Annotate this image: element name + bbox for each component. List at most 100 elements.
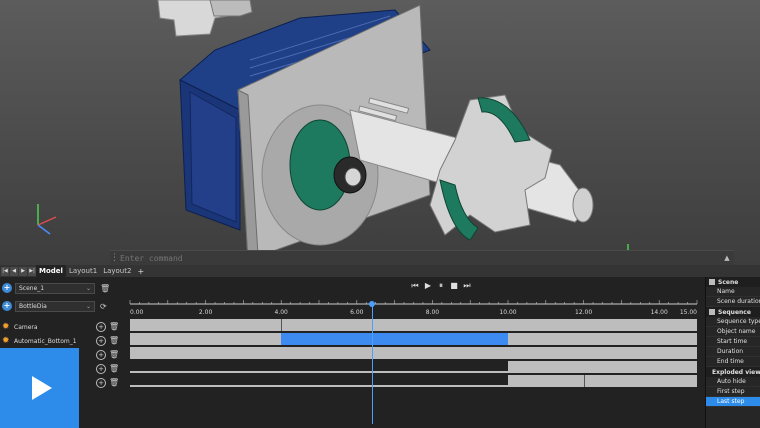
trash-icon[interactable]: 🗑	[109, 322, 119, 332]
stop-icon[interactable]: ■	[449, 281, 459, 291]
property-row[interactable]: Sequence type	[706, 317, 760, 327]
track-key-marker[interactable]	[281, 319, 283, 331]
sequence-select-value: BottleDia	[19, 302, 47, 310]
add-sequence-icon[interactable]: +	[2, 301, 12, 311]
play-icon[interactable]: ▶	[423, 281, 433, 291]
first-tab-button[interactable]: |◀	[1, 266, 9, 276]
track-row-icons: + 🗑	[96, 363, 119, 375]
timeline-track[interactable]	[130, 347, 697, 359]
3d-model-render	[37, 0, 642, 263]
ruler-tick-label: 8.00	[426, 309, 440, 316]
sequence-select-row: + BottleDia ⌄ ⟳	[2, 300, 107, 312]
section-title: Sequence	[718, 308, 751, 316]
timeline[interactable]: ⏮ ▶ ⏸ ■ ⏭ 0.00 2.00 4.00 6.00 8.00 10.00 12.00…	[125, 277, 705, 428]
trash-icon[interactable]: 🗑	[109, 350, 119, 360]
collapse-icon[interactable]	[709, 279, 715, 285]
ruler-tick-label: 4.00	[275, 309, 289, 316]
ruler-tick-label: 12.00	[575, 309, 592, 316]
layout-tab-bar: |◀ ◀ ▶ ▶| Model Layout1 Layout2 +	[0, 265, 760, 277]
ruler-tick-label: 0.00	[130, 309, 144, 316]
add-key-icon[interactable]: +	[96, 350, 106, 360]
prev-tab-button[interactable]: ◀	[10, 266, 18, 276]
property-section-header[interactable]: Sequence	[706, 307, 760, 317]
property-row[interactable]: First step	[706, 387, 760, 397]
grip-icon: ⋮	[110, 253, 119, 263]
property-row[interactable]: Auto hide	[706, 377, 760, 387]
property-row[interactable]: Last step	[706, 397, 760, 407]
model-viewport[interactable]: ⋮ ▲	[0, 0, 760, 265]
play-icon	[31, 376, 52, 400]
app-window: ⋮ ▲ |◀ ◀ ▶ ▶| Model Layout1 Layout2 + + …	[0, 0, 760, 428]
track-segment[interactable]	[130, 319, 697, 331]
track-segment[interactable]	[508, 333, 697, 345]
tab-layout1[interactable]: Layout1	[66, 265, 100, 277]
tab-model[interactable]: Model	[36, 265, 66, 277]
sequence-select[interactable]: BottleDia ⌄	[15, 300, 95, 312]
track-segment[interactable]	[508, 375, 697, 387]
track-row-icons: + 🗑	[96, 335, 119, 347]
track-row-icons: + 🗑	[96, 349, 119, 361]
ruler-tick-label: 6.00	[350, 309, 364, 316]
scene-panel: + Scene_1 ⌄ 🗑 + BottleDia ⌄ ⟳ ✹ Camera ✹…	[0, 277, 125, 428]
property-row[interactable]: Name	[706, 287, 760, 297]
ruler-tick-label: 2.00	[199, 309, 213, 316]
chevron-down-icon: ⌄	[85, 302, 91, 310]
timeline-track[interactable]	[130, 361, 697, 373]
tab-layout2[interactable]: Layout2	[100, 265, 134, 277]
track-segment[interactable]	[130, 333, 282, 345]
scene-select[interactable]: Scene_1 ⌄	[15, 282, 95, 294]
track-segment[interactable]	[508, 361, 697, 373]
track-segment[interactable]	[130, 347, 697, 359]
command-input[interactable]	[118, 253, 720, 263]
pause-icon[interactable]: ⏸	[436, 281, 446, 291]
trash-icon[interactable]: 🗑	[109, 336, 119, 346]
sun-icon: ✹	[2, 336, 10, 346]
next-tab-button[interactable]: ▶	[19, 266, 27, 276]
scene-select-value: Scene_1	[19, 284, 45, 292]
section-title: Scene	[718, 278, 739, 286]
command-line[interactable]: ⋮ ▲	[110, 250, 734, 265]
animation-panel: + Scene_1 ⌄ 🗑 + BottleDia ⌄ ⟳ ✹ Camera ✹…	[0, 277, 760, 428]
add-key-icon[interactable]: +	[96, 378, 106, 388]
timeline-track[interactable]	[130, 375, 697, 387]
transport-controls: ⏮ ▶ ⏸ ■ ⏭	[410, 281, 472, 291]
timeline-track[interactable]	[130, 333, 697, 345]
property-section-header[interactable]: Scene	[706, 277, 760, 287]
add-layout-button[interactable]: +	[134, 265, 147, 277]
property-row[interactable]: Duration	[706, 347, 760, 357]
properties-panel: Scene Name Scene duration Sequence Sequence …	[705, 277, 760, 428]
time-cursor-line[interactable]	[371, 304, 373, 424]
property-row[interactable]: Start time	[706, 337, 760, 347]
add-key-icon[interactable]: +	[96, 364, 106, 374]
sun-icon: ✹	[2, 322, 10, 332]
add-key-icon[interactable]: +	[96, 322, 106, 332]
track-segment[interactable]	[281, 333, 508, 345]
track-row-icons: + 🗑	[96, 321, 119, 333]
property-row[interactable]: End time	[706, 357, 760, 367]
delete-scene-icon[interactable]: 🗑	[100, 284, 110, 293]
trash-icon[interactable]: 🗑	[109, 378, 119, 388]
skip-end-icon[interactable]: ⏭	[462, 281, 472, 291]
ruler-tick-label: 15.00	[680, 309, 697, 316]
property-section-header[interactable]: Exploded view	[706, 367, 760, 377]
timeline-track[interactable]	[130, 319, 697, 331]
ruler-tick-label: 14.00	[651, 309, 668, 316]
collapse-icon[interactable]	[709, 309, 715, 315]
time-ruler[interactable]: 0.00 2.00 4.00 6.00 8.00 10.00 12.00 14.00 15.00	[125, 297, 705, 317]
trash-icon[interactable]: 🗑	[109, 364, 119, 374]
scene-select-row: + Scene_1 ⌄ 🗑	[2, 282, 110, 294]
section-title: Exploded view	[712, 368, 760, 376]
track-row-icons: + 🗑	[96, 377, 119, 389]
add-scene-icon[interactable]: +	[2, 283, 12, 293]
video-play-overlay[interactable]	[0, 348, 79, 428]
last-tab-button[interactable]: ▶|	[28, 266, 36, 276]
skip-start-icon[interactable]: ⏮	[410, 281, 420, 291]
ruler-tick-label: 10.00	[499, 309, 516, 316]
refresh-icon[interactable]: ⟳	[100, 302, 107, 311]
property-row[interactable]: Scene duration	[706, 297, 760, 307]
expand-up-icon[interactable]: ▲	[720, 254, 734, 262]
track-key-marker[interactable]	[583, 375, 585, 387]
chevron-down-icon: ⌄	[85, 284, 91, 292]
property-row[interactable]: Object name	[706, 327, 760, 337]
add-key-icon[interactable]: +	[96, 336, 106, 346]
